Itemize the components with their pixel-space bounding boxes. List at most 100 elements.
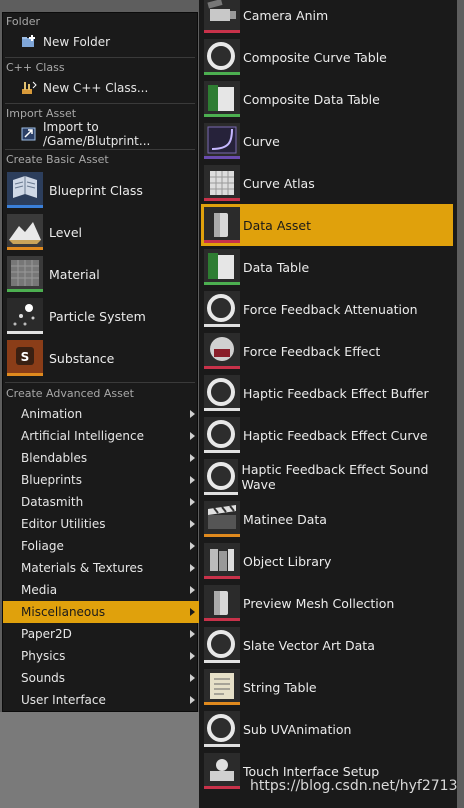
- advanced-category-item[interactable]: Editor Utilities: [3, 513, 199, 535]
- advanced-category-label: Animation: [21, 407, 83, 421]
- advanced-category-label: Foliage: [21, 539, 64, 553]
- advanced-category-label: Media: [21, 583, 58, 597]
- advanced-category-item[interactable]: Artificial Intelligence: [3, 425, 199, 447]
- submenu-arrow-icon: [190, 542, 195, 550]
- object-library-icon: [204, 543, 240, 579]
- misc-asset-label: Sub UVAnimation: [243, 721, 352, 737]
- basic-item-blueprint-class[interactable]: Blueprint Class: [7, 170, 197, 210]
- submenu-arrow-icon: [190, 564, 195, 572]
- misc-asset-label: Data Asset: [243, 217, 311, 233]
- advanced-category-item[interactable]: Blueprints: [3, 469, 199, 491]
- submenu-arrow-icon: [190, 630, 195, 638]
- submenu-arrow-icon: [190, 652, 195, 660]
- advanced-category-label: Artificial Intelligence: [21, 429, 144, 443]
- misc-asset-item[interactable]: Data Asset: [201, 204, 453, 246]
- misc-asset-item[interactable]: Camera Anim: [199, 0, 457, 36]
- misc-asset-item[interactable]: Haptic Feedback Effect Curve: [199, 414, 457, 456]
- camera-anim-icon: [204, 0, 240, 33]
- new-folder-icon: [21, 34, 37, 50]
- data-table-icon: [204, 81, 240, 117]
- misc-asset-label: Camera Anim: [243, 7, 329, 23]
- import-item[interactable]: Import to /Game/Blutprint...: [3, 120, 197, 148]
- particle-system-icon: [7, 298, 43, 334]
- misc-asset-item[interactable]: String Table: [199, 666, 457, 708]
- material-icon: [7, 256, 43, 292]
- basic-item-particle-system[interactable]: Particle System: [7, 296, 197, 336]
- advanced-category-item[interactable]: Paper2D: [3, 623, 199, 645]
- submenu-arrow-icon: [190, 674, 195, 682]
- misc-asset-item[interactable]: Composite Data Table: [199, 78, 457, 120]
- new-folder-item[interactable]: New Folder: [3, 31, 197, 53]
- advanced-category-label: Paper2D: [21, 627, 72, 641]
- misc-asset-item[interactable]: Sub UVAnimation: [199, 708, 457, 750]
- misc-asset-item[interactable]: Preview Mesh Collection: [199, 582, 457, 624]
- advanced-category-label: Miscellaneous: [21, 605, 106, 619]
- submenu-arrow-icon: [190, 608, 195, 616]
- new-cpp-class-item[interactable]: New C++ Class...: [3, 77, 197, 99]
- asset-ring-icon: [204, 39, 240, 75]
- advanced-category-label: Physics: [21, 649, 66, 663]
- advanced-category-label: User Interface: [21, 693, 106, 707]
- advanced-category-label: Datasmith: [21, 495, 84, 509]
- cpp-class-icon: [21, 80, 37, 96]
- misc-asset-item[interactable]: Haptic Feedback Effect Sound Wave: [199, 456, 457, 498]
- advanced-category-item[interactable]: Media: [3, 579, 199, 601]
- advanced-category-item[interactable]: Blendables: [3, 447, 199, 469]
- basic-item-label: Material: [49, 266, 100, 282]
- data-table-icon: [204, 249, 240, 285]
- misc-asset-item[interactable]: Curve: [199, 120, 457, 162]
- advanced-category-item[interactable]: Sounds: [3, 667, 199, 689]
- section-header-advanced: Create Advanced Asset: [6, 387, 134, 400]
- misc-asset-item[interactable]: Force Feedback Effect: [199, 330, 457, 372]
- advanced-category-label: Materials & Textures: [21, 561, 144, 575]
- misc-asset-label: Haptic Feedback Effect Sound Wave: [241, 462, 429, 492]
- watermark-text: https://blog.csdn.net/hyf2713: [250, 778, 458, 794]
- import-icon: [21, 126, 37, 142]
- basic-item-level[interactable]: Level: [7, 212, 197, 252]
- advanced-category-item[interactable]: User Interface: [3, 689, 199, 711]
- misc-asset-item[interactable]: Curve Atlas: [199, 162, 457, 204]
- divider: [5, 382, 195, 383]
- divider: [5, 57, 195, 58]
- blueprint-class-icon: [7, 172, 43, 208]
- basic-item-label: Particle System: [49, 308, 146, 324]
- advanced-category-label: Blueprints: [21, 473, 83, 487]
- misc-asset-item[interactable]: Data Table: [199, 246, 457, 288]
- advanced-category-item[interactable]: Materials & Textures: [3, 557, 199, 579]
- svg-text:S: S: [21, 350, 30, 364]
- misc-asset-item[interactable]: Object Library: [199, 540, 457, 582]
- advanced-category-item[interactable]: Physics: [3, 645, 199, 667]
- divider: [5, 103, 195, 104]
- misc-asset-item[interactable]: Haptic Feedback Effect Buffer: [199, 372, 457, 414]
- submenu-arrow-icon: [190, 410, 195, 418]
- advanced-category-item[interactable]: Foliage: [3, 535, 199, 557]
- advanced-category-item[interactable]: Animation: [3, 403, 199, 425]
- section-header-folder: Folder: [6, 15, 40, 28]
- misc-asset-label: Curve: [243, 133, 280, 149]
- misc-asset-item[interactable]: Composite Curve Table: [199, 36, 457, 78]
- data-asset-icon: [204, 585, 240, 621]
- substance-icon: S: [7, 340, 43, 376]
- misc-asset-label: Slate Vector Art Data: [243, 637, 375, 653]
- asset-ring-icon: [204, 291, 240, 327]
- misc-asset-label: Force Feedback Attenuation: [243, 301, 418, 317]
- add-new-menu: Folder New Folder C++ Class New C++ Clas…: [2, 12, 199, 712]
- misc-asset-label: Preview Mesh Collection: [243, 595, 395, 611]
- misc-asset-item[interactable]: Slate Vector Art Data: [199, 624, 457, 666]
- basic-item-label: Blueprint Class: [49, 182, 143, 198]
- asset-ring-icon: [204, 375, 240, 411]
- submenu-arrow-icon: [190, 586, 195, 594]
- basic-item-substance[interactable]: S Substance: [7, 338, 197, 378]
- misc-asset-label: String Table: [243, 679, 317, 695]
- submenu-arrow-icon: [190, 520, 195, 528]
- advanced-category-item[interactable]: Miscellaneous: [3, 601, 199, 623]
- basic-item-material[interactable]: Material: [7, 254, 197, 294]
- advanced-category-label: Blendables: [21, 451, 88, 465]
- misc-asset-item[interactable]: Matinee Data: [199, 498, 457, 540]
- touch-interface-icon: [204, 753, 240, 789]
- new-folder-label: New Folder: [43, 35, 111, 49]
- advanced-category-item[interactable]: Datasmith: [3, 491, 199, 513]
- misc-asset-item[interactable]: Force Feedback Attenuation: [199, 288, 457, 330]
- misc-asset-label: Haptic Feedback Effect Curve: [243, 427, 428, 443]
- import-label: Import to /Game/Blutprint...: [43, 120, 151, 148]
